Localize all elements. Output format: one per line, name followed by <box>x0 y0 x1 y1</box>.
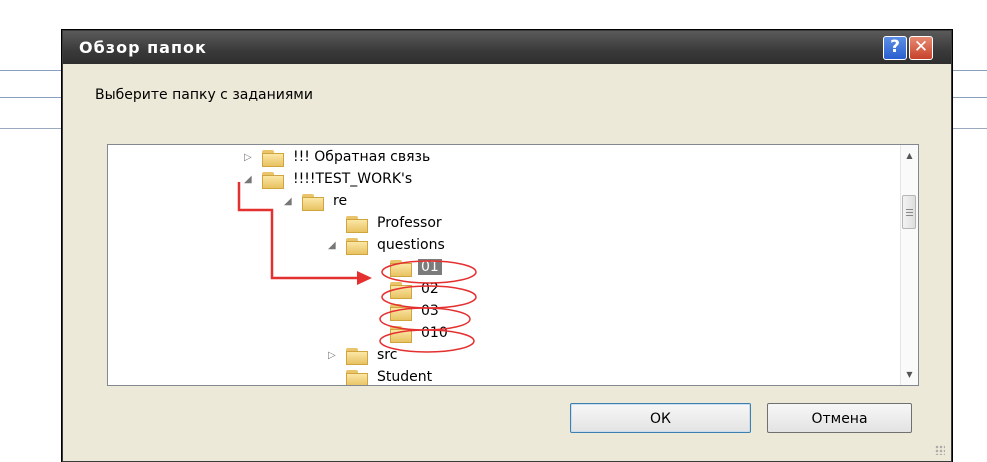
browse-folders-dialog: Обзор папок ? ✕ Выберите папку с задания… <box>62 30 952 462</box>
dialog-title: Обзор папок <box>79 38 207 57</box>
dialog-prompt: Выберите папку с заданиями <box>95 87 313 103</box>
tree-item-label: !!!!TEST_WORK's <box>293 171 413 187</box>
folder-icon <box>262 172 284 189</box>
tree-item-label: Professor <box>377 215 442 231</box>
folder-icon <box>390 326 412 343</box>
toggle-placeholder <box>328 372 340 384</box>
tree-item-label: questions <box>377 237 445 253</box>
tree-item-label: Student <box>377 369 433 385</box>
folder-icon <box>346 370 368 385</box>
ok-button[interactable]: ОК <box>570 403 751 433</box>
folder-tree[interactable]: ▷ !!! Обратная связь ◢ !!!!TEST_WORK's ◢… <box>107 144 919 386</box>
toggle-placeholder <box>372 284 384 296</box>
scroll-up-icon[interactable]: ▲ <box>904 151 915 160</box>
tree-item-label: 03 <box>421 303 439 319</box>
background-window-rail-right <box>947 70 987 98</box>
toggle-placeholder <box>372 306 384 318</box>
tree-item-label: !!! Обратная связь <box>293 149 431 165</box>
collapse-icon[interactable]: ◢ <box>328 240 340 252</box>
folder-icon <box>390 260 412 277</box>
tree-item-label: 02 <box>421 281 439 297</box>
folder-icon <box>346 216 368 233</box>
toggle-placeholder <box>372 328 384 340</box>
folder-icon <box>346 238 368 255</box>
collapse-icon[interactable]: ◢ <box>284 196 296 208</box>
folder-icon <box>390 304 412 321</box>
folder-icon <box>390 282 412 299</box>
scroll-down-icon[interactable]: ▼ <box>904 370 915 379</box>
close-button[interactable]: ✕ <box>909 36 933 60</box>
collapse-icon[interactable]: ◢ <box>244 174 256 186</box>
help-button[interactable]: ? <box>883 36 907 60</box>
background-window-rail-left <box>0 70 70 98</box>
tree-item-label: 010 <box>421 325 448 341</box>
toggle-placeholder <box>372 262 384 274</box>
dialog-titlebar[interactable]: Обзор папок ? ✕ <box>63 31 951 64</box>
background-divider-left <box>0 128 70 129</box>
background-divider-right <box>947 128 987 129</box>
scrollbar-thumb[interactable] <box>902 195 916 229</box>
folder-icon <box>302 194 324 211</box>
tree-item-label: re <box>333 193 348 209</box>
tree-item-label-selected: 01 <box>418 259 442 275</box>
toggle-placeholder <box>328 218 340 230</box>
folder-icon <box>346 348 368 365</box>
expand-icon[interactable]: ▷ <box>244 152 256 164</box>
tree-item-label: src <box>377 347 398 363</box>
vertical-scrollbar[interactable]: ▲ ▼ <box>900 145 918 385</box>
expand-icon[interactable]: ▷ <box>328 350 340 362</box>
cancel-button[interactable]: Отмена <box>767 403 912 433</box>
folder-icon <box>262 150 284 167</box>
resize-grip-icon[interactable] <box>935 445 945 455</box>
